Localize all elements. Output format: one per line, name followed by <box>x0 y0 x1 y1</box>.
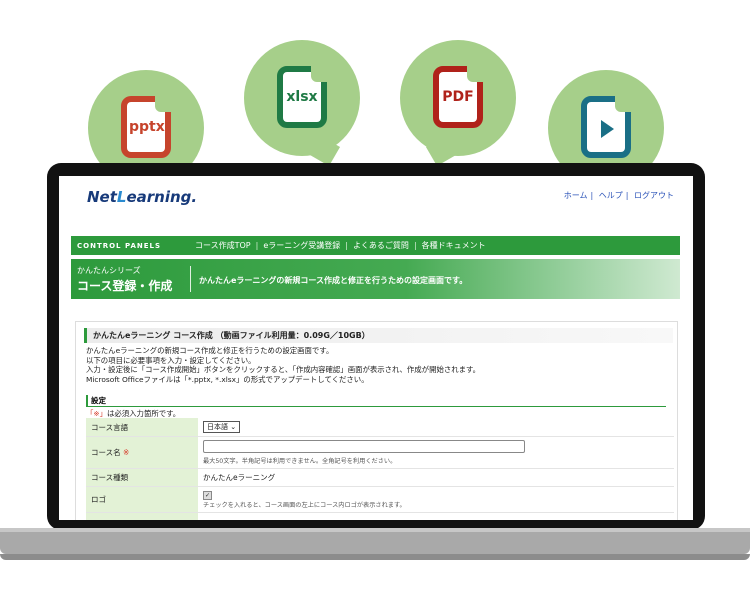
settings-heading: 設定 <box>86 395 666 407</box>
nav-documents[interactable]: 各種ドキュメント <box>422 240 486 251</box>
table-row <box>86 512 674 520</box>
page-title: コース登録・作成 <box>77 279 173 293</box>
nav-course-top[interactable]: コース作成TOP <box>195 240 251 251</box>
top-links: ホーム | ヘルプ | ログアウト <box>563 191 674 200</box>
course-type-value: かんたんeラーニング <box>198 468 674 487</box>
table-row: コース種類 かんたんeラーニング <box>86 468 674 487</box>
control-panels-label: CONTROL PANELS <box>77 241 162 250</box>
logout-link[interactable]: ログアウト <box>634 191 674 200</box>
netlearning-logo[interactable]: NetLearning. <box>87 188 197 206</box>
nav-faq[interactable]: よくあるご質問 <box>353 240 409 251</box>
pdf-bubble: PDF <box>400 40 516 167</box>
course-create-panel: かんたんeラーニング コース作成 （動画ファイル利用量：0.09G／10GB） … <box>75 321 678 520</box>
xlsx-bubble: xlsx <box>244 40 360 167</box>
control-panel-navbar: CONTROL PANELS コース作成TOP | eラーニング受講登録 | よくあ… <box>71 236 680 255</box>
xlsx-file-icon: xlsx <box>277 66 327 128</box>
laptop-base <box>0 532 750 554</box>
settings-form: コース言語 日本語 ⌄ コース名 ※ 最大50文字。半角記号は利用できません。全… <box>86 418 674 520</box>
page-banner: かんたんシリーズ コース登録・作成 かんたんeラーニングの新規コース作成と修正を… <box>71 259 680 299</box>
course-type-label: コース種類 <box>86 468 198 487</box>
panel-title: かんたんeラーニング コース作成 （動画ファイル利用量：0.09G／10GB） <box>84 328 673 343</box>
laptop-screen: NetLearning. ホーム | ヘルプ | ログアウト CONTROL PAN… <box>59 176 693 520</box>
course-name-input[interactable] <box>203 440 525 453</box>
logo-checkbox[interactable]: ✓ <box>203 491 212 500</box>
laptop-base-shadow <box>0 554 750 560</box>
language-label: コース言語 <box>86 418 198 437</box>
pptx-file-icon: pptx <box>121 96 171 158</box>
home-link[interactable]: ホーム <box>564 191 588 200</box>
table-row: コース言語 日本語 ⌄ <box>86 418 674 437</box>
series-label: かんたんシリーズ <box>77 266 141 275</box>
nav-elearning-register[interactable]: eラーニング受講登録 <box>263 240 340 251</box>
video-file-icon <box>581 96 631 158</box>
table-row: コース名 ※ 最大50文字。半角記号は利用できません。全角記号を利用ください。 <box>86 436 674 469</box>
intro-text: かんたんeラーニングの新規コース作成と修正を行うための設定画面です。 以下の項目… <box>86 346 481 384</box>
pdf-file-icon: PDF <box>433 66 483 128</box>
play-icon <box>601 120 614 138</box>
help-link[interactable]: ヘルプ <box>599 191 623 200</box>
logo-label: ロゴ <box>86 486 198 513</box>
page-description: かんたんeラーニングの新規コース作成と修正を行うための設定画面です。 <box>199 276 468 285</box>
course-name-label: コース名 ※ <box>86 436 198 469</box>
table-row: ロゴ ✓ チェックを入れると、コース画面の左上にコース内ロゴが表示されます。 <box>86 486 674 513</box>
language-select[interactable]: 日本語 ⌄ <box>203 421 241 433</box>
